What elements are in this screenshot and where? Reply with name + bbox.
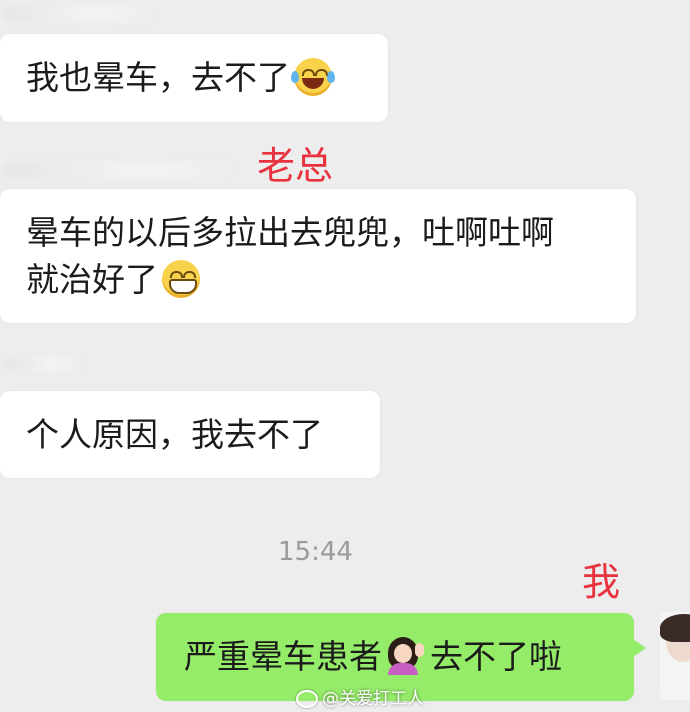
message-bubble[interactable]: 晕车的以后多拉出去兜兜，吐啊吐啊 就治好了 [0, 189, 636, 323]
self-message-text: 严重晕车患者 [184, 637, 382, 676]
message-text: 我也晕车，去不了 [26, 58, 290, 97]
blurred-sender-name [4, 6, 154, 22]
blurred-sender-name [4, 162, 232, 178]
annotation-me: 我 [582, 560, 621, 604]
user-avatar[interactable] [660, 612, 690, 700]
grinning-emoji-icon [162, 259, 200, 298]
message-bubble[interactable]: 我也晕车，去不了 [0, 34, 388, 122]
watermark-text: @关爱打工人 [322, 689, 424, 709]
message-bubble[interactable]: 个人原因，我去不了 [0, 391, 380, 478]
self-message-text: 去不了啦 [430, 637, 562, 676]
watermark: @关爱打工人 [296, 684, 424, 709]
message-text-line: 晕车的以后多拉出去兜兜，吐啊吐啊 [26, 213, 554, 252]
message-timestamp: 15:44 [278, 537, 353, 567]
person-raising-hand-emoji-icon [384, 635, 424, 675]
blurred-sender-name [4, 356, 82, 372]
message-text: 个人原因，我去不了 [26, 415, 323, 454]
annotation-boss: 老总 [257, 144, 334, 188]
laughing-tears-emoji-icon [291, 57, 335, 96]
message-text-line: 就治好了 [26, 260, 158, 299]
weibo-logo-icon [296, 690, 318, 708]
